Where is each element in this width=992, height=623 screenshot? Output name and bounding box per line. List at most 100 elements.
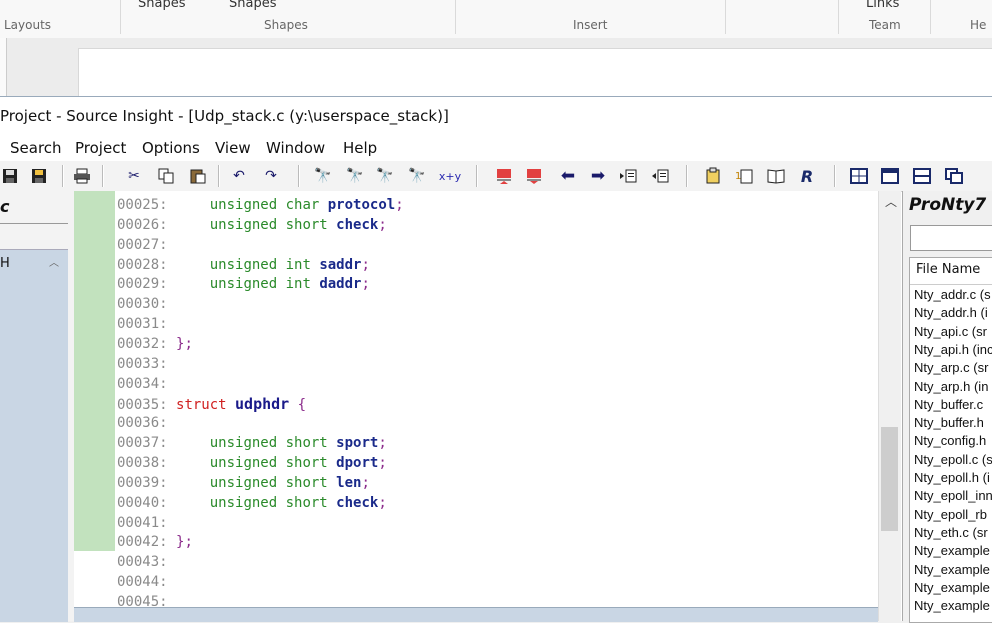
svg-text:1: 1	[735, 171, 741, 182]
ribbon-group-layouts: Layouts	[4, 18, 52, 32]
toolbar-separator	[298, 165, 300, 187]
file-list-item[interactable]: Nty_epoll.h (i	[914, 470, 990, 485]
field-identifier: check	[336, 494, 379, 511]
code-line: 00040: unsigned short check;	[117, 493, 387, 513]
save-icon[interactable]	[0, 166, 20, 186]
code-line: 00032: };	[117, 334, 193, 354]
code-editor[interactable]: 00025: unsigned char protocol; 00026: uns…	[74, 191, 878, 607]
menu-options[interactable]: Options	[142, 139, 200, 157]
find-next-icon[interactable]: 🔭	[375, 166, 395, 186]
line-number: 00026:	[117, 216, 168, 233]
window-title: Project - Source Insight - [Udp_stack.c …	[0, 107, 449, 125]
redo-icon[interactable]: ↷	[261, 166, 281, 186]
back-icon[interactable]: ⬅	[558, 166, 578, 186]
type-keyword: unsigned short	[209, 455, 337, 472]
project-icon[interactable]: R	[797, 166, 817, 186]
toolbar: ✂ ↶ ↷ 🔭 🔭 🔭 🔭 x+y ⬅ ➡ 1 R	[0, 161, 992, 192]
file-list-item[interactable]: Nty_api.h (inc	[914, 342, 992, 357]
scroll-up-icon[interactable]: ︿	[885, 193, 897, 210]
paste-icon[interactable]	[188, 166, 208, 186]
file-list-item[interactable]: Nty_epoll_inn	[914, 488, 992, 503]
undo-icon[interactable]: ↶	[229, 166, 249, 186]
line-number: 00038:	[117, 455, 168, 472]
code-line: 00029: unsigned int daddr;	[117, 274, 370, 294]
type-keyword: unsigned int	[209, 276, 320, 293]
window-horiz-icon[interactable]	[880, 166, 900, 186]
closing-brace: };	[176, 534, 193, 551]
project-window-title: ProNty7	[909, 195, 987, 215]
file-list-item[interactable]: Nty_buffer.c	[914, 397, 983, 412]
struct-name: udphdr	[235, 394, 290, 413]
ribbon-shapes-button-2[interactable]: Shapes	[229, 0, 276, 11]
code-line: 00039: unsigned short len;	[117, 473, 370, 493]
symbol-list-item[interactable]: H	[0, 256, 10, 271]
window-split-icon[interactable]	[912, 166, 932, 186]
cut-icon[interactable]: ✂	[124, 166, 144, 186]
file-filter-input[interactable]	[910, 225, 992, 251]
ribbon-shapes-button-1[interactable]: Shapes	[138, 0, 185, 11]
ribbon-separator	[455, 0, 456, 34]
file-list-header[interactable]: File Name	[910, 258, 992, 285]
replace-icon[interactable]: x+y	[437, 166, 463, 186]
line-number: 00043:	[117, 554, 168, 571]
ribbon-group-team: Team	[869, 18, 901, 32]
file-list-item[interactable]: Nty_example	[914, 580, 990, 595]
file-list-item[interactable]: Nty_example	[914, 598, 990, 613]
file-list-item[interactable]: Nty_config.h	[914, 433, 986, 448]
chevron-up-icon[interactable]: ︿	[49, 254, 59, 269]
search-files-icon[interactable]: 🔭	[407, 166, 427, 186]
code-line: 00034:	[117, 374, 176, 394]
title-bar[interactable]: Project - Source Insight - [Udp_stack.c …	[0, 97, 992, 133]
file-list-item[interactable]: Nty_epoll.c (s	[914, 452, 992, 467]
menu-help[interactable]: Help	[343, 139, 377, 157]
line-number: 00030:	[117, 296, 168, 313]
find-prev-icon[interactable]: 🔭	[345, 166, 365, 186]
file-list-item[interactable]: Nty_addr.h (i	[914, 305, 988, 320]
forward-icon[interactable]: ➡	[588, 166, 608, 186]
outdent-icon[interactable]	[650, 166, 670, 186]
bookmark-prev-icon[interactable]	[494, 166, 514, 186]
indent-icon[interactable]	[618, 166, 638, 186]
file-list-item[interactable]: Nty_arp.h (in	[914, 379, 988, 394]
copy-icon[interactable]	[156, 166, 176, 186]
menu-search[interactable]: Search	[10, 139, 62, 157]
menu-window[interactable]: Window	[266, 139, 325, 157]
type-keyword: unsigned short	[209, 474, 337, 491]
code-line: 00031:	[117, 314, 176, 334]
scrollbar-thumb[interactable]	[881, 427, 898, 531]
symbol-list[interactable]: H ︿	[0, 249, 68, 622]
ribbon-links-button[interactable]: Links	[866, 0, 899, 11]
find-icon[interactable]: 🔭	[313, 166, 333, 186]
file-list-item[interactable]: Nty_epoll_rb	[914, 507, 987, 522]
semicolon: ;	[378, 494, 387, 511]
print-icon[interactable]	[72, 166, 92, 186]
file-list-item[interactable]: Nty_eth.c (sr	[914, 525, 988, 540]
file-list-item[interactable]: Nty_example	[914, 562, 990, 577]
save-all-icon[interactable]	[30, 166, 50, 186]
code-line: 00025: unsigned char protocol;	[117, 195, 404, 215]
file-list-item[interactable]: Nty_buffer.h	[914, 415, 984, 430]
file-list-item[interactable]: Nty_addr.c (s	[914, 287, 991, 302]
semicolon: ;	[361, 474, 370, 491]
window-tile-icon[interactable]	[849, 166, 869, 186]
editor-vertical-scrollbar[interactable]: ︿	[878, 191, 901, 621]
symbol-icon[interactable]: 1	[734, 166, 754, 186]
file-list-item[interactable]: Nty_example	[914, 543, 990, 558]
code-line: 00038: unsigned short dport;	[117, 453, 387, 473]
file-list-item[interactable]: Nty_api.c (sr	[914, 324, 987, 339]
file-list-item[interactable]: Nty_arp.c (sr	[914, 360, 988, 375]
semicolon: ;	[395, 197, 404, 213]
ribbon-separator	[725, 0, 726, 34]
ribbon-group-shapes: Shapes	[264, 18, 308, 32]
browse-icon[interactable]	[703, 166, 723, 186]
book-icon[interactable]	[766, 166, 786, 186]
menu-project[interactable]: Project	[75, 139, 126, 157]
menu-view[interactable]: View	[215, 139, 251, 157]
field-identifier: sport	[336, 435, 379, 452]
window-cascade-icon[interactable]	[944, 166, 964, 186]
line-number: 00041:	[117, 514, 168, 531]
bookmark-next-icon[interactable]	[524, 166, 544, 186]
type-keyword: unsigned char	[209, 197, 328, 213]
code-line: 00044:	[117, 572, 176, 592]
project-file-list[interactable]: File Name Nty_addr.c (s Nty_addr.h (i Nty_…	[909, 257, 992, 623]
